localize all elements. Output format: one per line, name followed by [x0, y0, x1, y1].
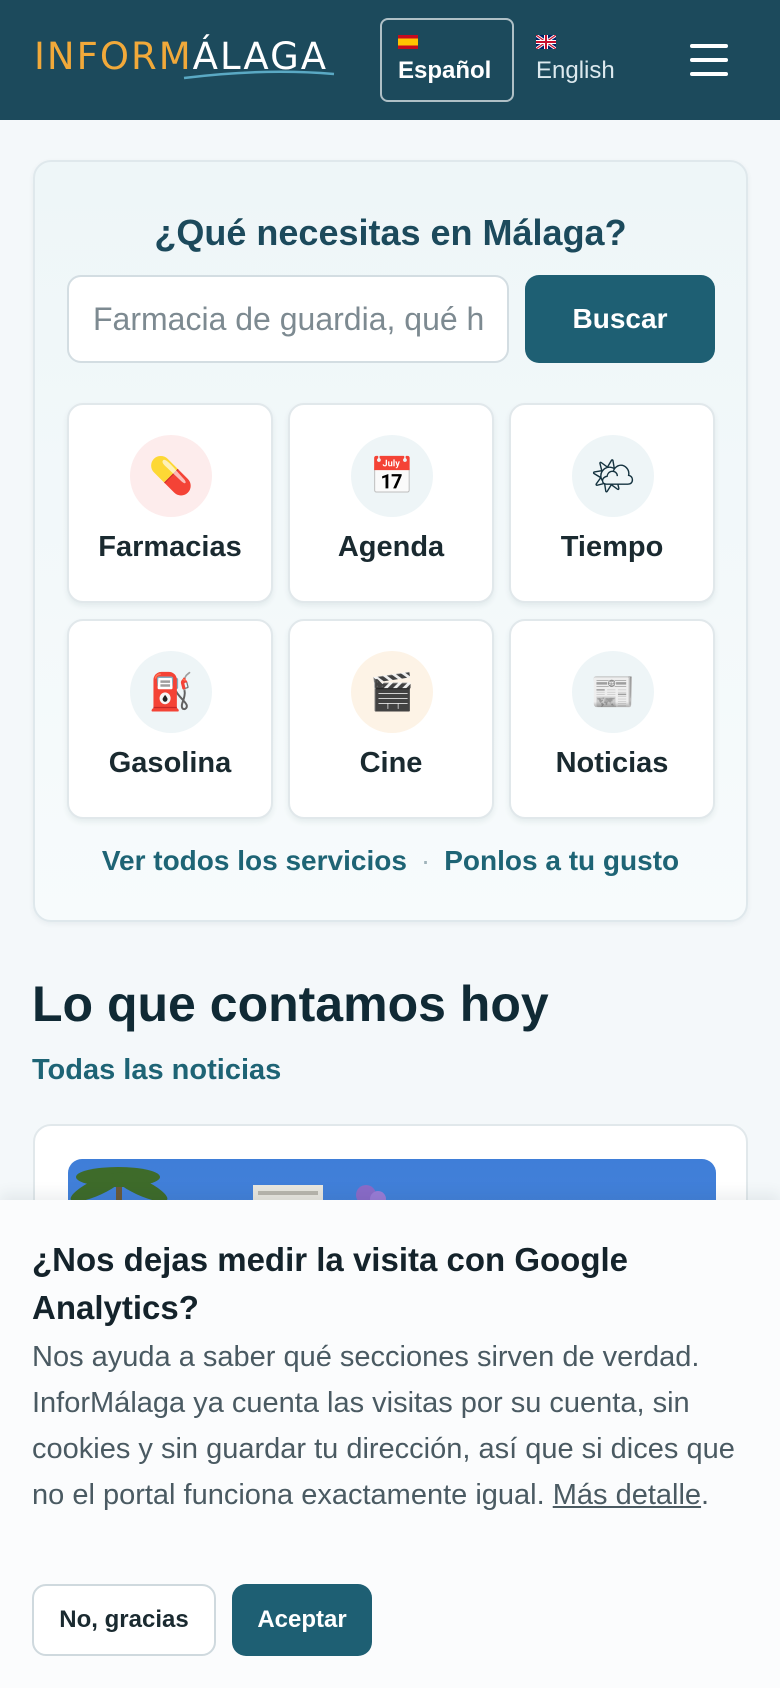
- decline-button[interactable]: No, gracias: [32, 1584, 216, 1656]
- fuel-pump-icon: ⛽: [130, 651, 212, 733]
- link-separator: ·: [420, 845, 431, 876]
- tile-label: Agenda: [337, 531, 445, 563]
- uk-flag-icon: [536, 35, 556, 49]
- accept-button[interactable]: Aceptar: [232, 1584, 372, 1656]
- pill-icon: 💊: [130, 435, 212, 517]
- language-english-label: English: [536, 57, 615, 84]
- consent-period: .: [701, 1479, 710, 1511]
- tile-label: Farmacias: [98, 531, 242, 563]
- tile-tiempo[interactable]: 🌤 Tiempo: [509, 403, 715, 603]
- tile-gasolina[interactable]: ⛽ Gasolina: [67, 619, 273, 819]
- logo-swoosh-icon: [183, 70, 335, 80]
- weather-icon: 🌤: [572, 435, 654, 517]
- newspaper-icon: 📰: [572, 651, 654, 733]
- customize-link[interactable]: Ponlos a tu gusto: [444, 845, 679, 876]
- tile-label: Noticias: [555, 747, 669, 779]
- tile-label: Cine: [359, 747, 423, 779]
- language-english-button[interactable]: English: [520, 18, 650, 102]
- language-spanish-label: Español: [398, 57, 492, 84]
- search-button[interactable]: Buscar: [525, 275, 715, 363]
- tile-label: Gasolina: [108, 747, 232, 779]
- all-services-link[interactable]: Ver todos los servicios: [102, 845, 407, 876]
- tile-label: Tiempo: [560, 531, 664, 563]
- search-input[interactable]: [67, 275, 509, 363]
- all-news-link[interactable]: Todas las noticias: [32, 1054, 281, 1087]
- consent-title: ¿Nos dejas medir la visita con Google An…: [32, 1241, 628, 1326]
- clapperboard-icon: 🎬: [351, 651, 433, 733]
- analytics-consent-banner: ¿Nos dejas medir la visita con Google An…: [0, 1200, 780, 1688]
- consent-body: Nos ayuda a saber qué secciones sirven d…: [32, 1334, 750, 1518]
- search-card: ¿Qué necesitas en Málaga? Buscar 💊 Farma…: [33, 160, 748, 922]
- site-header: INFORMÁLAGA Español English: [0, 0, 780, 120]
- spain-flag-icon: [398, 35, 418, 49]
- news-section-title: Lo que contamos hoy: [32, 976, 549, 1032]
- more-detail-link[interactable]: Más detalle: [553, 1479, 701, 1511]
- tile-agenda[interactable]: 📅 Agenda: [288, 403, 494, 603]
- hamburger-menu-icon[interactable]: [690, 44, 728, 76]
- tile-farmacias[interactable]: 💊 Farmacias: [67, 403, 273, 603]
- search-title: ¿Qué necesitas en Málaga?: [154, 212, 627, 253]
- language-spanish-button[interactable]: Español: [380, 18, 514, 102]
- tile-cine[interactable]: 🎬 Cine: [288, 619, 494, 819]
- calendar-icon: 📅: [351, 435, 433, 517]
- tile-noticias[interactable]: 📰 Noticias: [509, 619, 715, 819]
- services-links: Ver todos los servicios · Ponlos a tu gust…: [35, 845, 746, 877]
